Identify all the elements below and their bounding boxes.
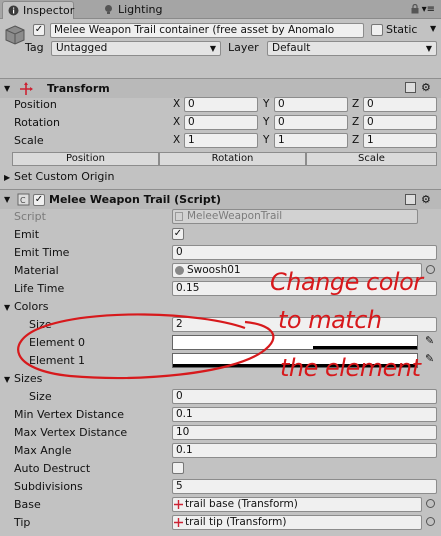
position-y-label: Y (263, 98, 270, 110)
position-z-field[interactable]: 0 (363, 97, 437, 112)
object-picker-icon[interactable] (426, 265, 435, 274)
menu-icon[interactable]: ▾≡ (422, 4, 435, 15)
object-picker-icon[interactable] (426, 499, 435, 508)
reset-scale-button[interactable]: Scale (306, 152, 437, 166)
tab-inspector[interactable]: Inspector (2, 1, 74, 19)
emit-checkbox[interactable]: ✓ (172, 228, 184, 240)
annotation-line-3: the element (280, 354, 421, 382)
static-dropdown-arrow[interactable]: ▼ (430, 24, 436, 33)
static-label: Static (386, 23, 418, 36)
emit-time-field[interactable]: 0 (172, 245, 437, 260)
subdivisions-label: Subdivisions (14, 480, 83, 493)
help-book-icon[interactable] (405, 82, 416, 93)
tab-lighting[interactable]: Lighting (98, 1, 172, 19)
max-angle-field[interactable]: 0.1 (172, 443, 437, 458)
max-angle-label: Max Angle (14, 444, 72, 457)
layer-dropdown[interactable]: Default ▼ (267, 41, 437, 56)
trail-enabled-checkbox[interactable]: ✓ (33, 194, 45, 206)
layer-value: Default (272, 42, 311, 54)
sizes-size-field[interactable]: 0 (172, 389, 437, 404)
annotation-line-2: to match (278, 306, 382, 334)
lightbulb-icon (105, 5, 112, 14)
transform-icon (20, 82, 33, 95)
rotation-x-label: X (173, 116, 181, 128)
base-label: Base (14, 498, 41, 511)
script-file-icon (175, 212, 183, 221)
scale-z-field[interactable]: 1 (363, 133, 437, 148)
position-z-label: Z (352, 98, 360, 110)
auto-destruct-label: Auto Destruct (14, 462, 91, 475)
position-x-field[interactable]: 0 (184, 97, 258, 112)
trail-title: Melee Weapon Trail (Script) (49, 193, 221, 206)
reset-rotation-button[interactable]: Rotation (159, 152, 306, 166)
foldout-arrow-icon[interactable]: ▼ (4, 84, 10, 93)
static-checkbox[interactable] (371, 24, 383, 36)
info-icon (8, 5, 19, 16)
sizes-size-label: Size (29, 390, 52, 403)
scale-label: Scale (14, 134, 44, 147)
layer-label: Layer (228, 41, 259, 54)
gameobject-cube-icon (5, 25, 25, 45)
transform-icon (174, 518, 183, 527)
position-label: Position (14, 98, 57, 111)
tag-dropdown[interactable]: Untagged ▼ (51, 41, 221, 56)
gear-icon[interactable]: ⚙ (421, 193, 431, 206)
script-label: Script (14, 210, 46, 223)
scale-y-field[interactable]: 1 (274, 133, 348, 148)
tip-label: Tip (14, 516, 31, 529)
scale-z-label: Z (352, 134, 360, 146)
tip-field[interactable]: trail tip (Transform) (172, 515, 422, 530)
reset-position-button[interactable]: Position (12, 152, 159, 166)
transform-icon (174, 500, 183, 509)
rotation-y-label: Y (263, 116, 270, 128)
script-field: MeleeWeaponTrail (172, 209, 418, 224)
position-x-label: X (173, 98, 181, 110)
auto-destruct-checkbox[interactable] (172, 462, 184, 474)
rotation-y-field[interactable]: 0 (274, 115, 348, 130)
rotation-z-field[interactable]: 0 (363, 115, 437, 130)
tag-label: Tag (25, 41, 44, 54)
min-vertex-distance-field[interactable]: 0.1 (172, 407, 437, 422)
tag-value: Untagged (56, 42, 108, 54)
subdivisions-field[interactable]: 5 (172, 479, 437, 494)
help-book-icon[interactable] (405, 194, 416, 205)
gear-icon[interactable]: ⚙ (421, 81, 431, 94)
rotation-z-label: Z (352, 116, 360, 128)
life-time-label: Life Time (14, 282, 65, 295)
chevron-down-icon: ▼ (209, 44, 216, 53)
min-vertex-distance-label: Min Vertex Distance (14, 408, 124, 421)
emit-label: Emit (14, 228, 40, 241)
script-icon: C (17, 193, 30, 206)
foldout-arrow-icon[interactable]: ▶ (4, 173, 10, 182)
scale-x-label: X (173, 134, 181, 146)
scale-x-field[interactable]: 1 (184, 133, 258, 148)
chevron-down-icon: ▼ (425, 44, 432, 53)
transform-title: Transform (47, 82, 110, 95)
rotation-x-field[interactable]: 0 (184, 115, 258, 130)
object-picker-icon[interactable] (426, 517, 435, 526)
gameobject-name-input[interactable]: Melee Weapon Trail container (free asset… (50, 23, 364, 38)
foldout-arrow-icon[interactable]: ▼ (4, 195, 10, 204)
lock-icon[interactable] (411, 4, 419, 14)
rotation-label: Rotation (14, 116, 61, 129)
base-field[interactable]: trail base (Transform) (172, 497, 422, 512)
svg-text:C: C (20, 196, 26, 205)
emit-time-label: Emit Time (14, 246, 70, 259)
tab-lighting-label: Lighting (118, 3, 163, 16)
set-custom-origin-label[interactable]: Set Custom Origin (14, 170, 114, 183)
scale-y-label: Y (263, 134, 270, 146)
material-icon (175, 266, 184, 275)
material-label: Material (14, 264, 59, 277)
position-y-field[interactable]: 0 (274, 97, 348, 112)
annotation-line-1: Change color (270, 268, 423, 296)
max-vertex-distance-label: Max Vertex Distance (14, 426, 128, 439)
max-vertex-distance-field[interactable]: 10 (172, 425, 437, 440)
gameobject-active-checkbox[interactable]: ✓ (33, 24, 45, 36)
tab-inspector-label: Inspector (23, 4, 75, 17)
